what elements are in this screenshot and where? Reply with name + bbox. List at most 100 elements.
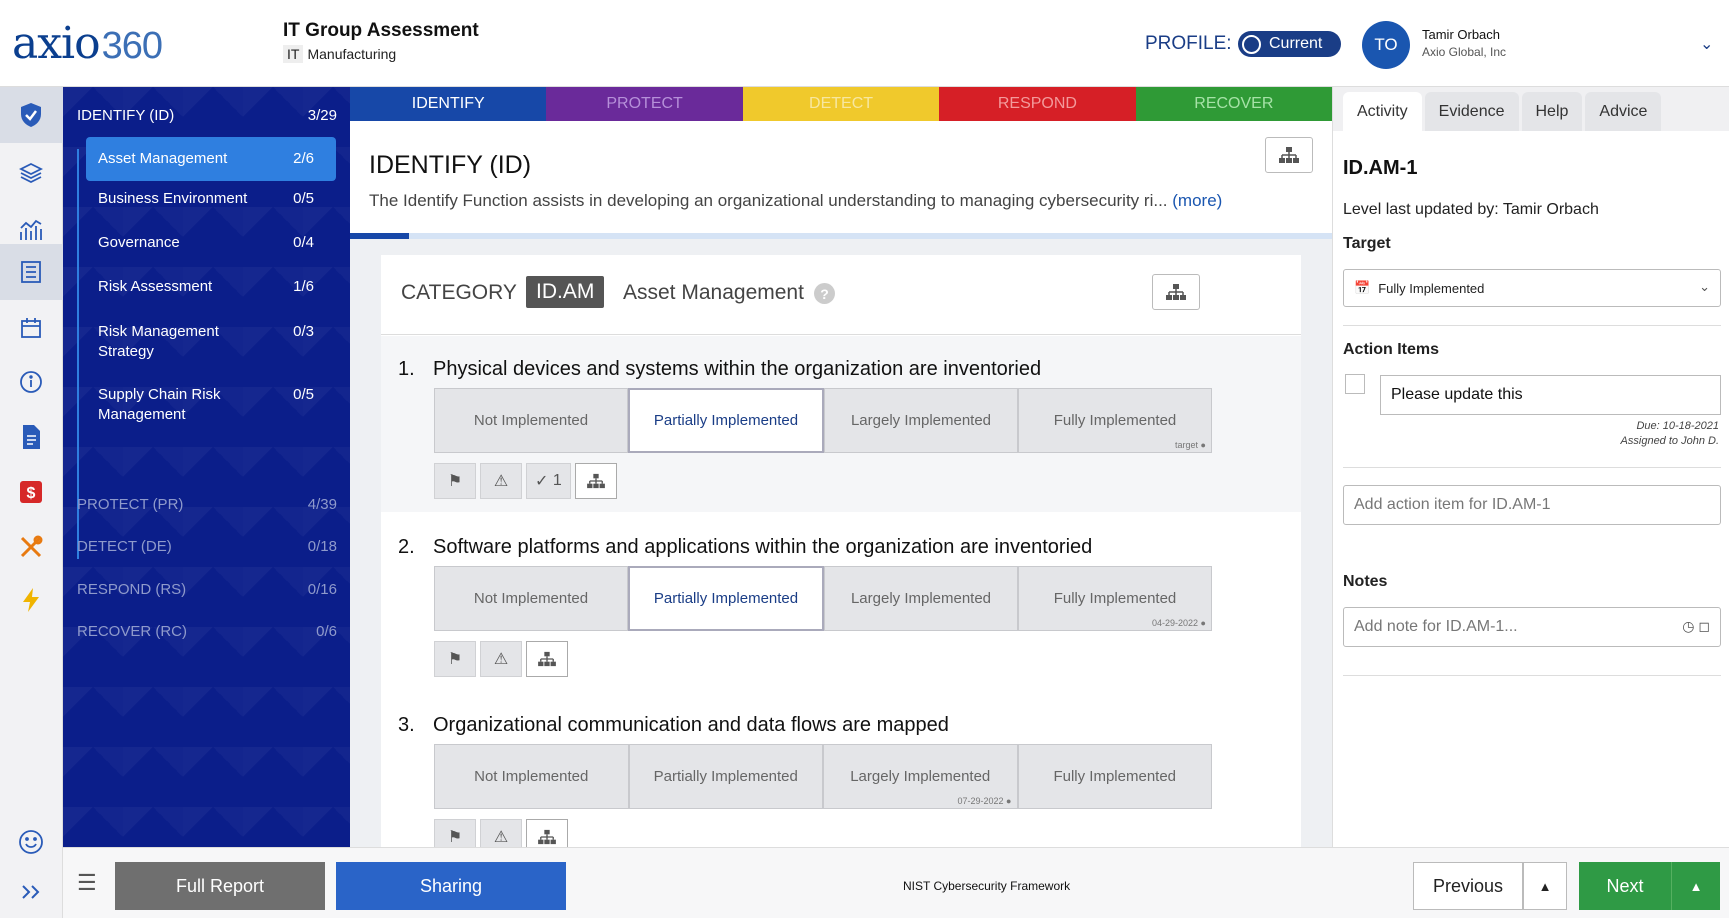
info-icon[interactable] <box>16 367 46 397</box>
level-not-implemented[interactable]: Not Implemented <box>434 566 628 631</box>
nav-category-risk-assessment[interactable]: Risk Assessment 1/6 <box>86 278 336 295</box>
warning-icon[interactable]: ⚠ <box>480 819 522 847</box>
level-fully-implemented[interactable]: Fully Implemented <box>1017 744 1212 809</box>
warning-icon[interactable]: ⚠ <box>480 641 522 677</box>
toggle-knob <box>1242 34 1261 54</box>
date-marker: 07-29-2022 ● <box>957 796 1012 806</box>
practice-tools: ⚑ ⚠ <box>434 641 568 677</box>
level-updated-by: Level last updated by: Tamir Orbach <box>1343 201 1599 218</box>
chevron-up-icon[interactable]: ▲ <box>1671 862 1720 910</box>
check-icon: ✓ <box>535 473 549 490</box>
dollar-icon[interactable]: $ <box>16 477 46 507</box>
date-marker: 04-29-2022 ● <box>1152 618 1206 628</box>
tab-help[interactable]: Help <box>1521 92 1583 131</box>
flag-icon[interactable]: ⚑ <box>434 641 476 677</box>
panel-tabs: Activity Evidence Help Advice <box>1333 87 1729 131</box>
level-largely-implemented[interactable]: Largely Implemented <box>824 566 1018 631</box>
smiley-icon[interactable] <box>16 827 46 857</box>
chevron-up-icon[interactable]: ▲ <box>1523 862 1567 910</box>
practice-tools: ⚑ ⚠ ✓ 1 <box>434 463 617 499</box>
tab-evidence[interactable]: Evidence <box>1424 92 1519 131</box>
document-icon[interactable] <box>16 422 46 452</box>
warning-icon[interactable]: ⚠ <box>480 463 522 499</box>
sharing-button[interactable]: Sharing <box>336 862 566 910</box>
nav-function-identify[interactable]: IDENTIFY (ID) 3/29 <box>77 107 337 124</box>
chart-icon[interactable] <box>16 215 46 245</box>
hierarchy-icon[interactable] <box>574 463 617 499</box>
flag-icon[interactable]: ⚑ <box>434 819 476 847</box>
layers-icon[interactable] <box>16 158 46 188</box>
level-largely-implemented[interactable]: Largely Implemented <box>824 388 1018 453</box>
outline-list-icon[interactable]: ☰ <box>77 870 97 896</box>
implementation-levels: Not Implemented Partially Implemented La… <box>434 388 1212 453</box>
nav-function-detect[interactable]: DETECT (DE) 0/18 <box>77 538 337 555</box>
tag-attach-icon[interactable]: ◷ ◻ <box>1682 618 1710 635</box>
chevron-down-icon: ⌄ <box>1699 279 1710 294</box>
user-organization: Axio Global, Inc <box>1422 45 1507 59</box>
help-icon[interactable]: ? <box>814 283 835 304</box>
nav-function-recover[interactable]: RECOVER (RC) 0/6 <box>77 623 337 640</box>
avatar[interactable]: TO <box>1362 21 1410 69</box>
function-description: The Identify Function assists in develop… <box>369 191 1223 210</box>
lightning-icon[interactable] <box>16 585 46 615</box>
practice-question-3: 3. Organizational communication and data … <box>381 692 1301 847</box>
category-name: Asset Management <box>623 281 804 304</box>
tab-advice[interactable]: Advice <box>1585 92 1662 131</box>
tab-protect[interactable]: PROTECT <box>546 87 743 121</box>
tools-icon[interactable] <box>16 532 46 562</box>
hierarchy-icon[interactable] <box>1152 274 1200 310</box>
add-note-input[interactable]: Add note for ID.AM-1... ◷ ◻ <box>1343 607 1721 647</box>
nav-category-asset-management[interactable]: Asset Management 2/6 <box>86 137 336 181</box>
svg-text:$: $ <box>27 485 36 502</box>
level-largely-implemented[interactable]: Largely Implemented 07-29-2022 ● <box>823 744 1018 809</box>
profile-label: PROFILE: <box>1145 33 1232 54</box>
activity-panel: Activity Evidence Help Advice ID.AM-1 Le… <box>1332 87 1729 847</box>
nav-function-protect[interactable]: PROTECT (PR) 4/39 <box>77 496 337 513</box>
user-name: Tamir Orbach <box>1422 27 1501 42</box>
flag-icon[interactable]: ⚑ <box>434 463 476 499</box>
tab-identify[interactable]: IDENTIFY <box>350 87 547 121</box>
tab-recover[interactable]: RECOVER <box>1135 87 1333 121</box>
level-not-implemented[interactable]: Not Implemented <box>434 388 628 453</box>
previous-button[interactable]: Previous <box>1413 862 1523 910</box>
calendar-icon[interactable] <box>16 313 46 343</box>
hierarchy-icon[interactable] <box>1265 137 1313 173</box>
nav-category-governance[interactable]: Governance 0/4 <box>86 234 336 251</box>
check-count-button[interactable]: ✓ 1 <box>526 463 571 499</box>
next-button[interactable]: Next <box>1579 862 1671 910</box>
nav-category-risk-management-strategy[interactable]: Risk Management Strategy 0/3 <box>86 322 336 362</box>
target-select[interactable]: 📅 Fully Implemented ⌄ <box>1343 269 1721 307</box>
nav-function-respond[interactable]: RESPOND (RS) 0/16 <box>77 581 337 598</box>
level-partially-implemented[interactable]: Partially Implemented <box>628 388 824 453</box>
function-tabs: IDENTIFY PROTECT DETECT RESPOND RECOVER <box>350 87 1333 121</box>
profile-toggle[interactable]: Current <box>1238 31 1341 57</box>
footer-bar: ☰ Full Report Sharing NIST Cybersecurity… <box>63 847 1729 918</box>
add-action-item-input[interactable]: Add action item for ID.AM-1 <box>1343 485 1721 525</box>
hierarchy-icon[interactable] <box>526 819 568 847</box>
level-partially-implemented[interactable]: Partially Implemented <box>628 744 823 809</box>
level-partially-implemented[interactable]: Partially Implemented <box>628 566 824 631</box>
expand-icon[interactable] <box>16 877 46 907</box>
target-marker: target ● <box>1175 440 1206 450</box>
shield-icon[interactable] <box>16 100 46 130</box>
axio-logo[interactable]: axio360 <box>12 18 163 69</box>
tab-respond[interactable]: RESPOND <box>939 87 1136 121</box>
notes-label: Notes <box>1343 573 1388 590</box>
more-link[interactable]: (more) <box>1172 191 1222 210</box>
action-item-checkbox[interactable] <box>1345 374 1365 394</box>
chevron-down-icon[interactable]: ⌄ <box>1700 34 1713 54</box>
practice-id: ID.AM-1 <box>1343 157 1418 179</box>
level-fully-implemented[interactable]: Fully Implemented 04-29-2022 ● <box>1018 566 1212 631</box>
divider <box>1343 325 1721 326</box>
nav-category-supply-chain-risk-management[interactable]: Supply Chain Risk Management 0/5 <box>86 385 336 425</box>
full-report-button[interactable]: Full Report <box>115 862 325 910</box>
assessment-list-icon[interactable] <box>16 257 46 287</box>
level-not-implemented[interactable]: Not Implemented <box>434 744 629 809</box>
calendar-icon: 📅 <box>1354 280 1371 295</box>
hierarchy-icon[interactable] <box>526 641 568 677</box>
action-item-text[interactable]: Please update this <box>1380 375 1721 415</box>
nav-category-business-environment[interactable]: Business Environment 0/5 <box>86 190 336 207</box>
level-fully-implemented[interactable]: Fully Implemented target ● <box>1018 388 1212 453</box>
tab-activity[interactable]: Activity <box>1343 92 1422 131</box>
tab-detect[interactable]: DETECT <box>742 87 940 121</box>
